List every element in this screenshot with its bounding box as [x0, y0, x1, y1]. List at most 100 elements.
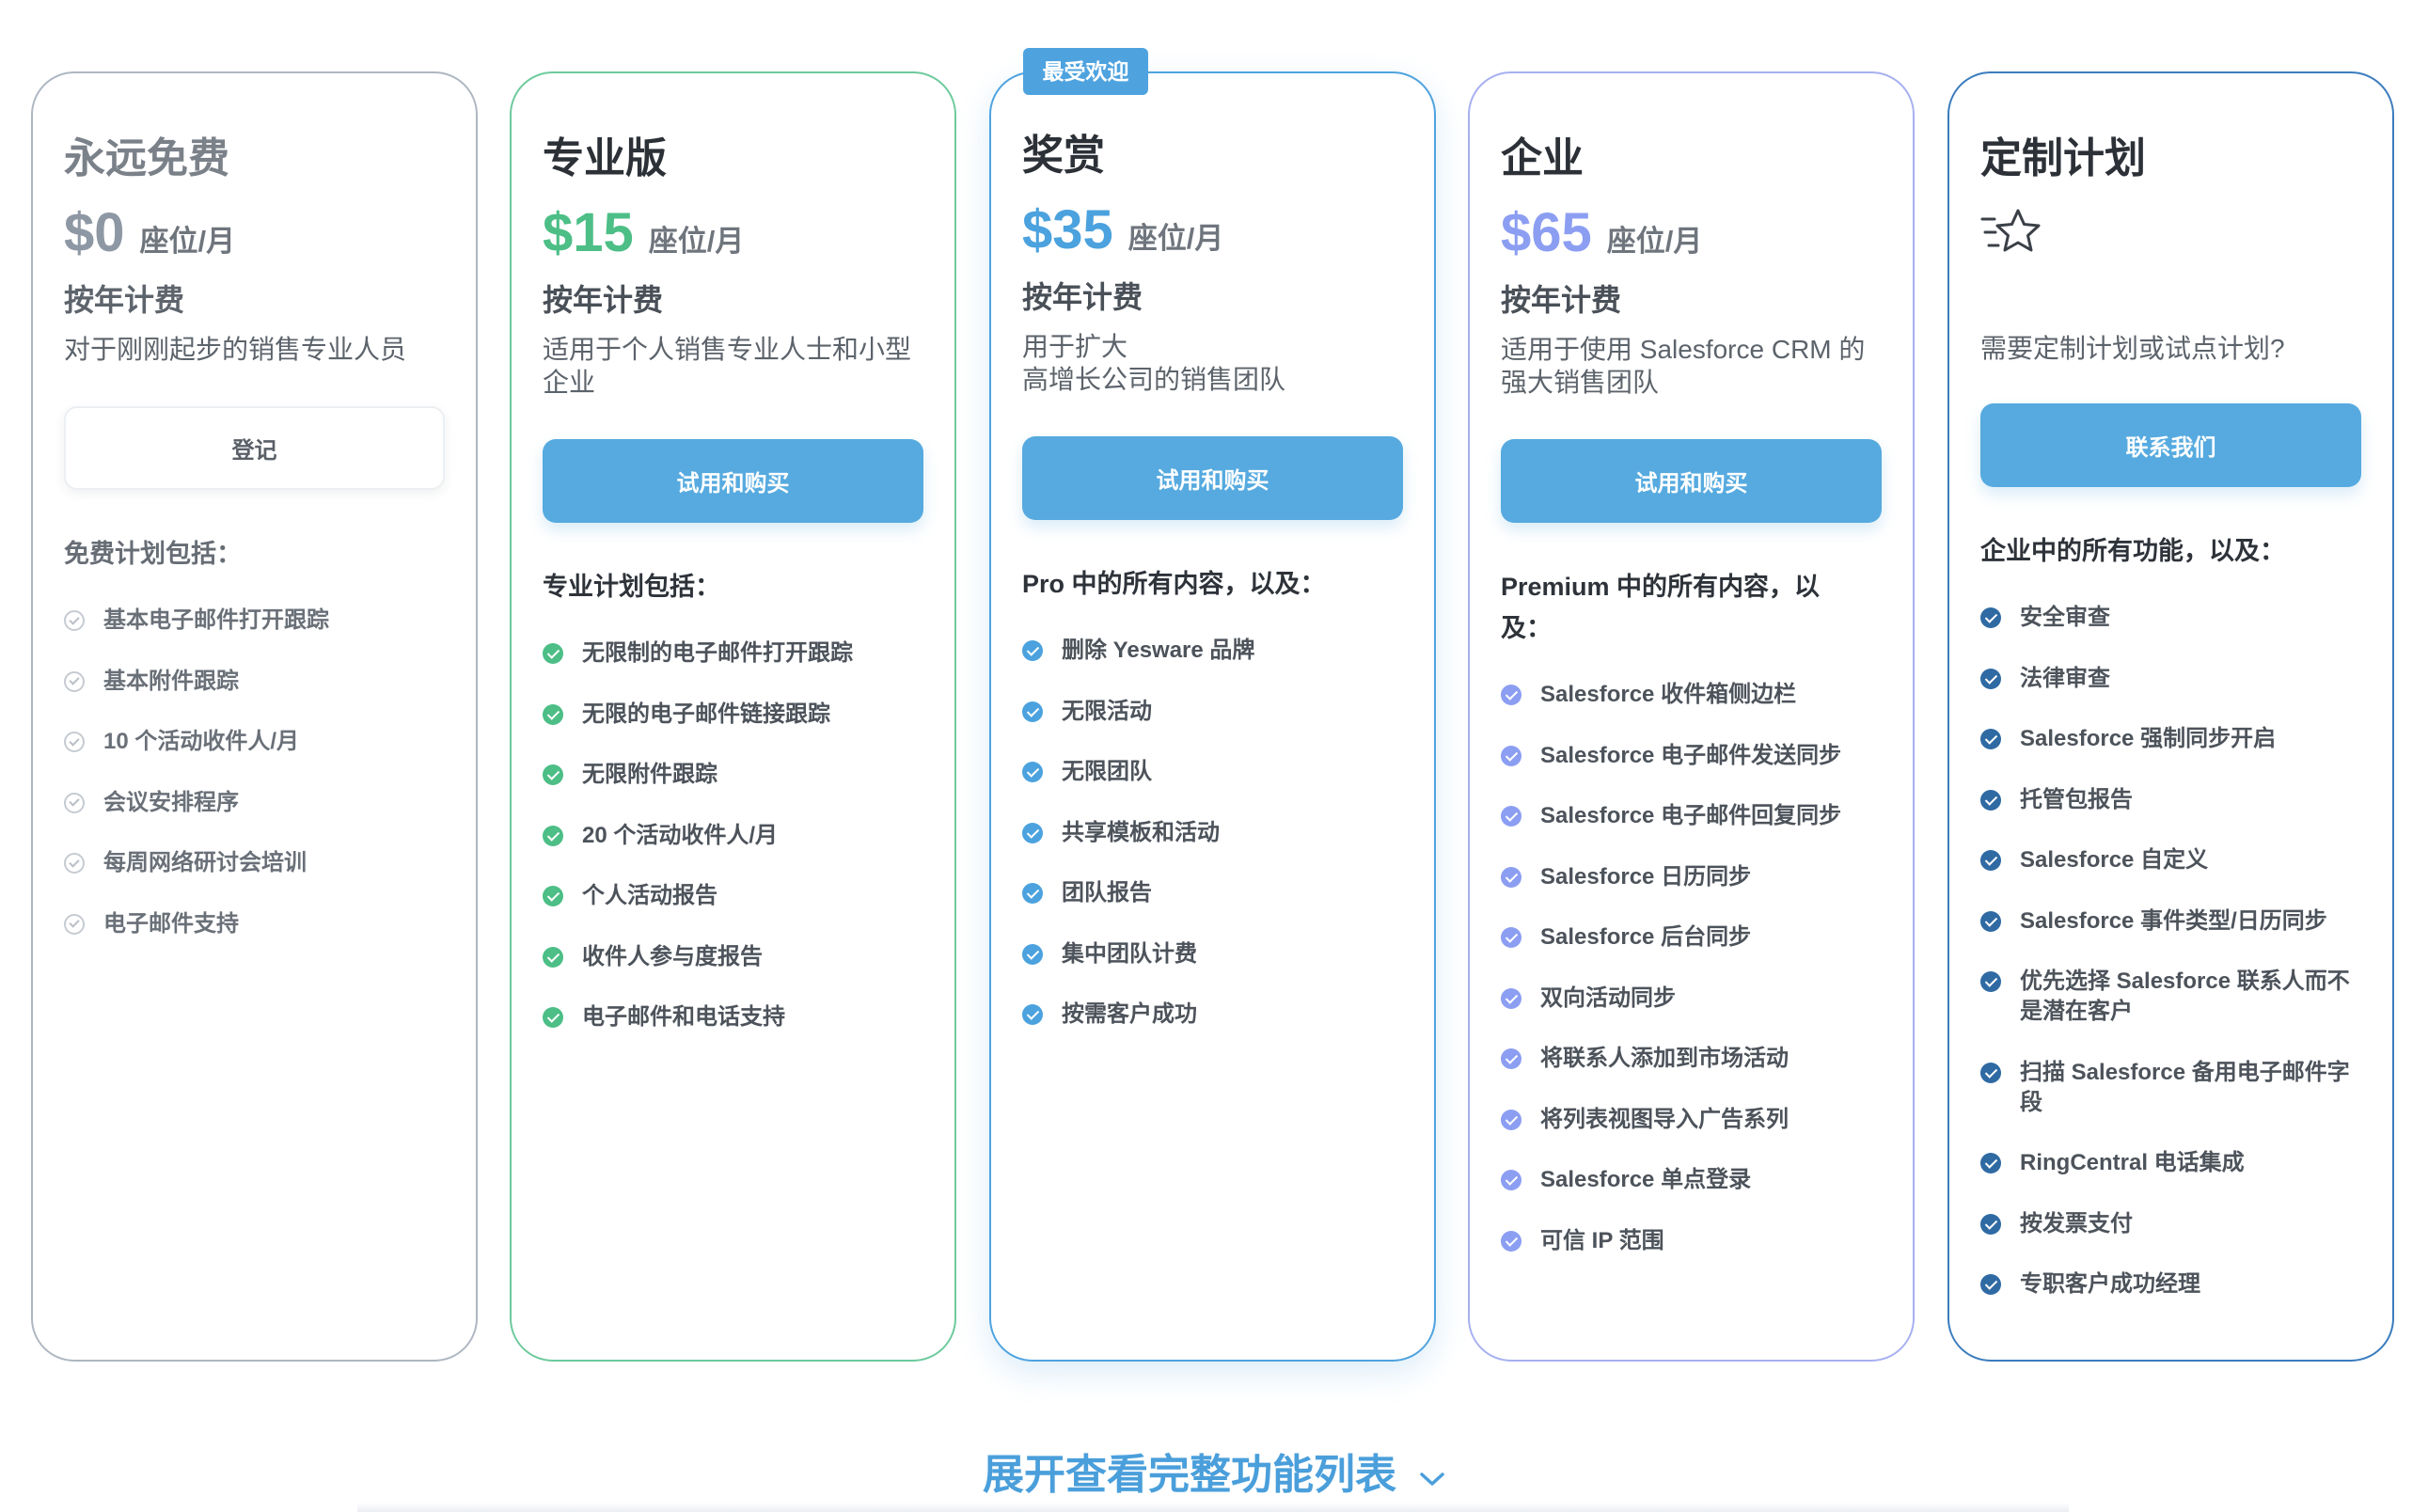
feature-item: 优先选择 Salesforce 联系人而不是潜在客户 — [1980, 967, 2361, 1027]
check-circle-icon — [1980, 1153, 2001, 1173]
feature-item: 法律审查 — [1980, 664, 2361, 694]
feature-item: 会议安排程序 — [64, 788, 445, 818]
check-circle-icon — [543, 764, 563, 785]
feature-item: 每周网络研讨会培训 — [64, 848, 445, 878]
feature-label: 将联系人添加到市场活动 — [1540, 1046, 1789, 1071]
feature-item: 将列表视图导入广告系列 — [1501, 1105, 1882, 1135]
feature-item: 团队报告 — [1022, 878, 1403, 908]
star-icon — [1980, 209, 2041, 252]
plan-description-line: 对于刚刚起步的销售专业人员 — [64, 335, 407, 364]
plan-card-enterprise: 企业 $65 座位/月 按年计费 适用于使用 Salesforce CRM 的强大… — [1468, 71, 1915, 1362]
feature-item: 20 个活动收件人/月 — [543, 821, 923, 851]
pricing-section: 最受欢迎 永远免费 $0 座位/月 按年计费 对于刚刚起步的销售专业人员 登记 免… — [0, 0, 2428, 1512]
billing-period: 按年计费 — [64, 283, 185, 317]
feature-item: 按发票支付 — [1980, 1209, 2361, 1239]
feature-item: 共享模板和活动 — [1022, 818, 1403, 848]
expand-feature-list-link[interactable]: 展开查看完整功能列表 — [0, 1448, 2428, 1503]
price-unit: 座位/月 — [1606, 225, 1703, 258]
try-and-buy-button[interactable]: 试用和购买 — [1022, 436, 1403, 520]
feature-list: Salesforce 收件箱侧边栏 Salesforce 电子邮件发送同步 Sa… — [1501, 680, 1882, 1256]
feature-list: 基本电子邮件打开跟踪 基本附件跟踪 10 个活动收件人/月 会议安排程序 每周网… — [64, 606, 445, 939]
feature-label: 将列表视图导入广告系列 — [1540, 1106, 1789, 1132]
plan-description-line: 适用于使用 Salesforce CRM 的强大销售团队 — [1501, 335, 1866, 397]
feature-label: 扫描 Salesforce 备用电子邮件字段 — [2020, 1059, 2350, 1115]
plan-title: 奖赏 — [1022, 133, 1105, 179]
contact-us-button[interactable]: 联系我们 — [1980, 403, 2361, 487]
feature-label: 按发票支付 — [2020, 1210, 2133, 1236]
feature-label: 专职客户成功经理 — [2020, 1271, 2200, 1297]
feature-label: 基本附件跟踪 — [103, 668, 239, 694]
feature-label: Salesforce 后台同步 — [1540, 924, 1752, 950]
feature-label: 会议安排程序 — [103, 789, 239, 815]
feature-list: 安全审查 法律审查 Salesforce 强制同步开启 托管包报告 Salesf… — [1980, 603, 2361, 1299]
plan-price-row: $35 座位/月 — [1022, 201, 1403, 260]
feature-label: RingCentral 电话集成 — [2020, 1150, 2245, 1175]
check-circle-icon — [1022, 883, 1043, 904]
feature-item: 按需客户成功 — [1022, 1000, 1403, 1030]
feature-item: 无限的电子邮件链接跟踪 — [543, 700, 923, 730]
check-circle-icon — [1022, 640, 1043, 661]
plan-price-row: $65 座位/月 — [1501, 204, 1882, 262]
plan-description: 适用于使用 Salesforce CRM 的强大销售团队 — [1501, 333, 1882, 399]
feature-label: 基本电子邮件打开跟踪 — [103, 607, 329, 633]
feature-item: 基本附件跟踪 — [64, 667, 445, 697]
feature-label: 个人活动报告 — [582, 883, 717, 908]
feature-item: 可信 IP 范围 — [1501, 1226, 1882, 1256]
feature-item: 集中团队计费 — [1022, 939, 1403, 969]
feature-label: 双向活动同步 — [1540, 984, 1676, 1011]
plan-description-line: 用于扩大 — [1022, 332, 1128, 361]
check-circle-icon — [1980, 910, 2001, 932]
plan-description-line: 适用于个人销售专业人士和小型企业 — [543, 335, 912, 397]
check-circle-icon — [1980, 971, 2001, 992]
feature-label: Salesforce 强制同步开启 — [2020, 726, 2277, 751]
feature-item: Salesforce 自定义 — [1980, 845, 2361, 875]
try-and-buy-button[interactable]: 试用和购买 — [1501, 439, 1882, 523]
feature-label: Salesforce 自定义 — [2020, 847, 2209, 873]
features-header: 免费计划包括： — [64, 540, 242, 568]
feature-label: Salesforce 事件类型/日历同步 — [2020, 907, 2327, 934]
feature-item: 无限制的电子邮件打开跟踪 — [543, 638, 923, 669]
feature-item: Salesforce 电子邮件回复同步 — [1501, 801, 1882, 831]
feature-label: 电子邮件支持 — [103, 910, 239, 937]
check-circle-icon — [64, 853, 85, 874]
check-circle-icon — [1501, 1170, 1521, 1190]
check-circle-icon — [543, 643, 563, 664]
feature-item: 安全审查 — [1980, 603, 2361, 633]
signup-button[interactable]: 登记 — [64, 406, 445, 490]
feature-item: Salesforce 事件类型/日历同步 — [1980, 906, 2361, 937]
feature-label: 法律审查 — [2020, 665, 2110, 691]
check-circle-icon — [1022, 701, 1043, 722]
check-circle-icon — [1980, 668, 2001, 689]
plan-description: 对于刚刚起步的销售专业人员 — [64, 333, 445, 366]
next-section-shadow — [357, 1503, 2069, 1512]
feature-item: 电子邮件和电话支持 — [543, 1002, 923, 1032]
check-circle-icon — [64, 610, 85, 631]
check-circle-icon — [64, 670, 85, 692]
feature-label: Salesforce 收件箱侧边栏 — [1540, 682, 1797, 707]
check-circle-icon — [1501, 927, 1521, 948]
plan-title: 定制计划 — [1980, 135, 2146, 181]
feature-list: 删除 Yesware 品牌 无限活动 无限团队 共享模板和活动 团队报告 集中团… — [1022, 636, 1403, 1030]
check-circle-icon — [1022, 1004, 1043, 1025]
feature-label: 删除 Yesware 品牌 — [1062, 638, 1255, 663]
plan-title: 专业版 — [543, 135, 667, 181]
check-circle-icon — [64, 913, 85, 935]
feature-item: 个人活动报告 — [543, 881, 923, 911]
try-and-buy-button[interactable]: 试用和购买 — [543, 439, 923, 523]
check-circle-icon — [543, 825, 563, 846]
billing-period: 按年计费 — [543, 283, 664, 317]
feature-item: 双向活动同步 — [1501, 984, 1882, 1014]
feature-item: 托管包报告 — [1980, 785, 2361, 815]
check-circle-icon — [1980, 729, 2001, 749]
plan-price: $15 — [543, 202, 634, 263]
feature-label: 集中团队计费 — [1062, 940, 1197, 967]
feature-item: Salesforce 收件箱侧边栏 — [1501, 680, 1882, 710]
feature-label: 每周网络研讨会培训 — [103, 850, 307, 875]
price-unit: 座位/月 — [139, 225, 236, 258]
check-circle-icon — [1980, 850, 2001, 871]
features-header: 企业中的所有功能，以及： — [1980, 537, 2285, 565]
feature-item: 无限团队 — [1022, 757, 1403, 787]
check-circle-icon — [64, 732, 85, 752]
feature-item: Salesforce 单点登录 — [1501, 1165, 1882, 1195]
plan-title: 永远免费 — [64, 135, 229, 181]
